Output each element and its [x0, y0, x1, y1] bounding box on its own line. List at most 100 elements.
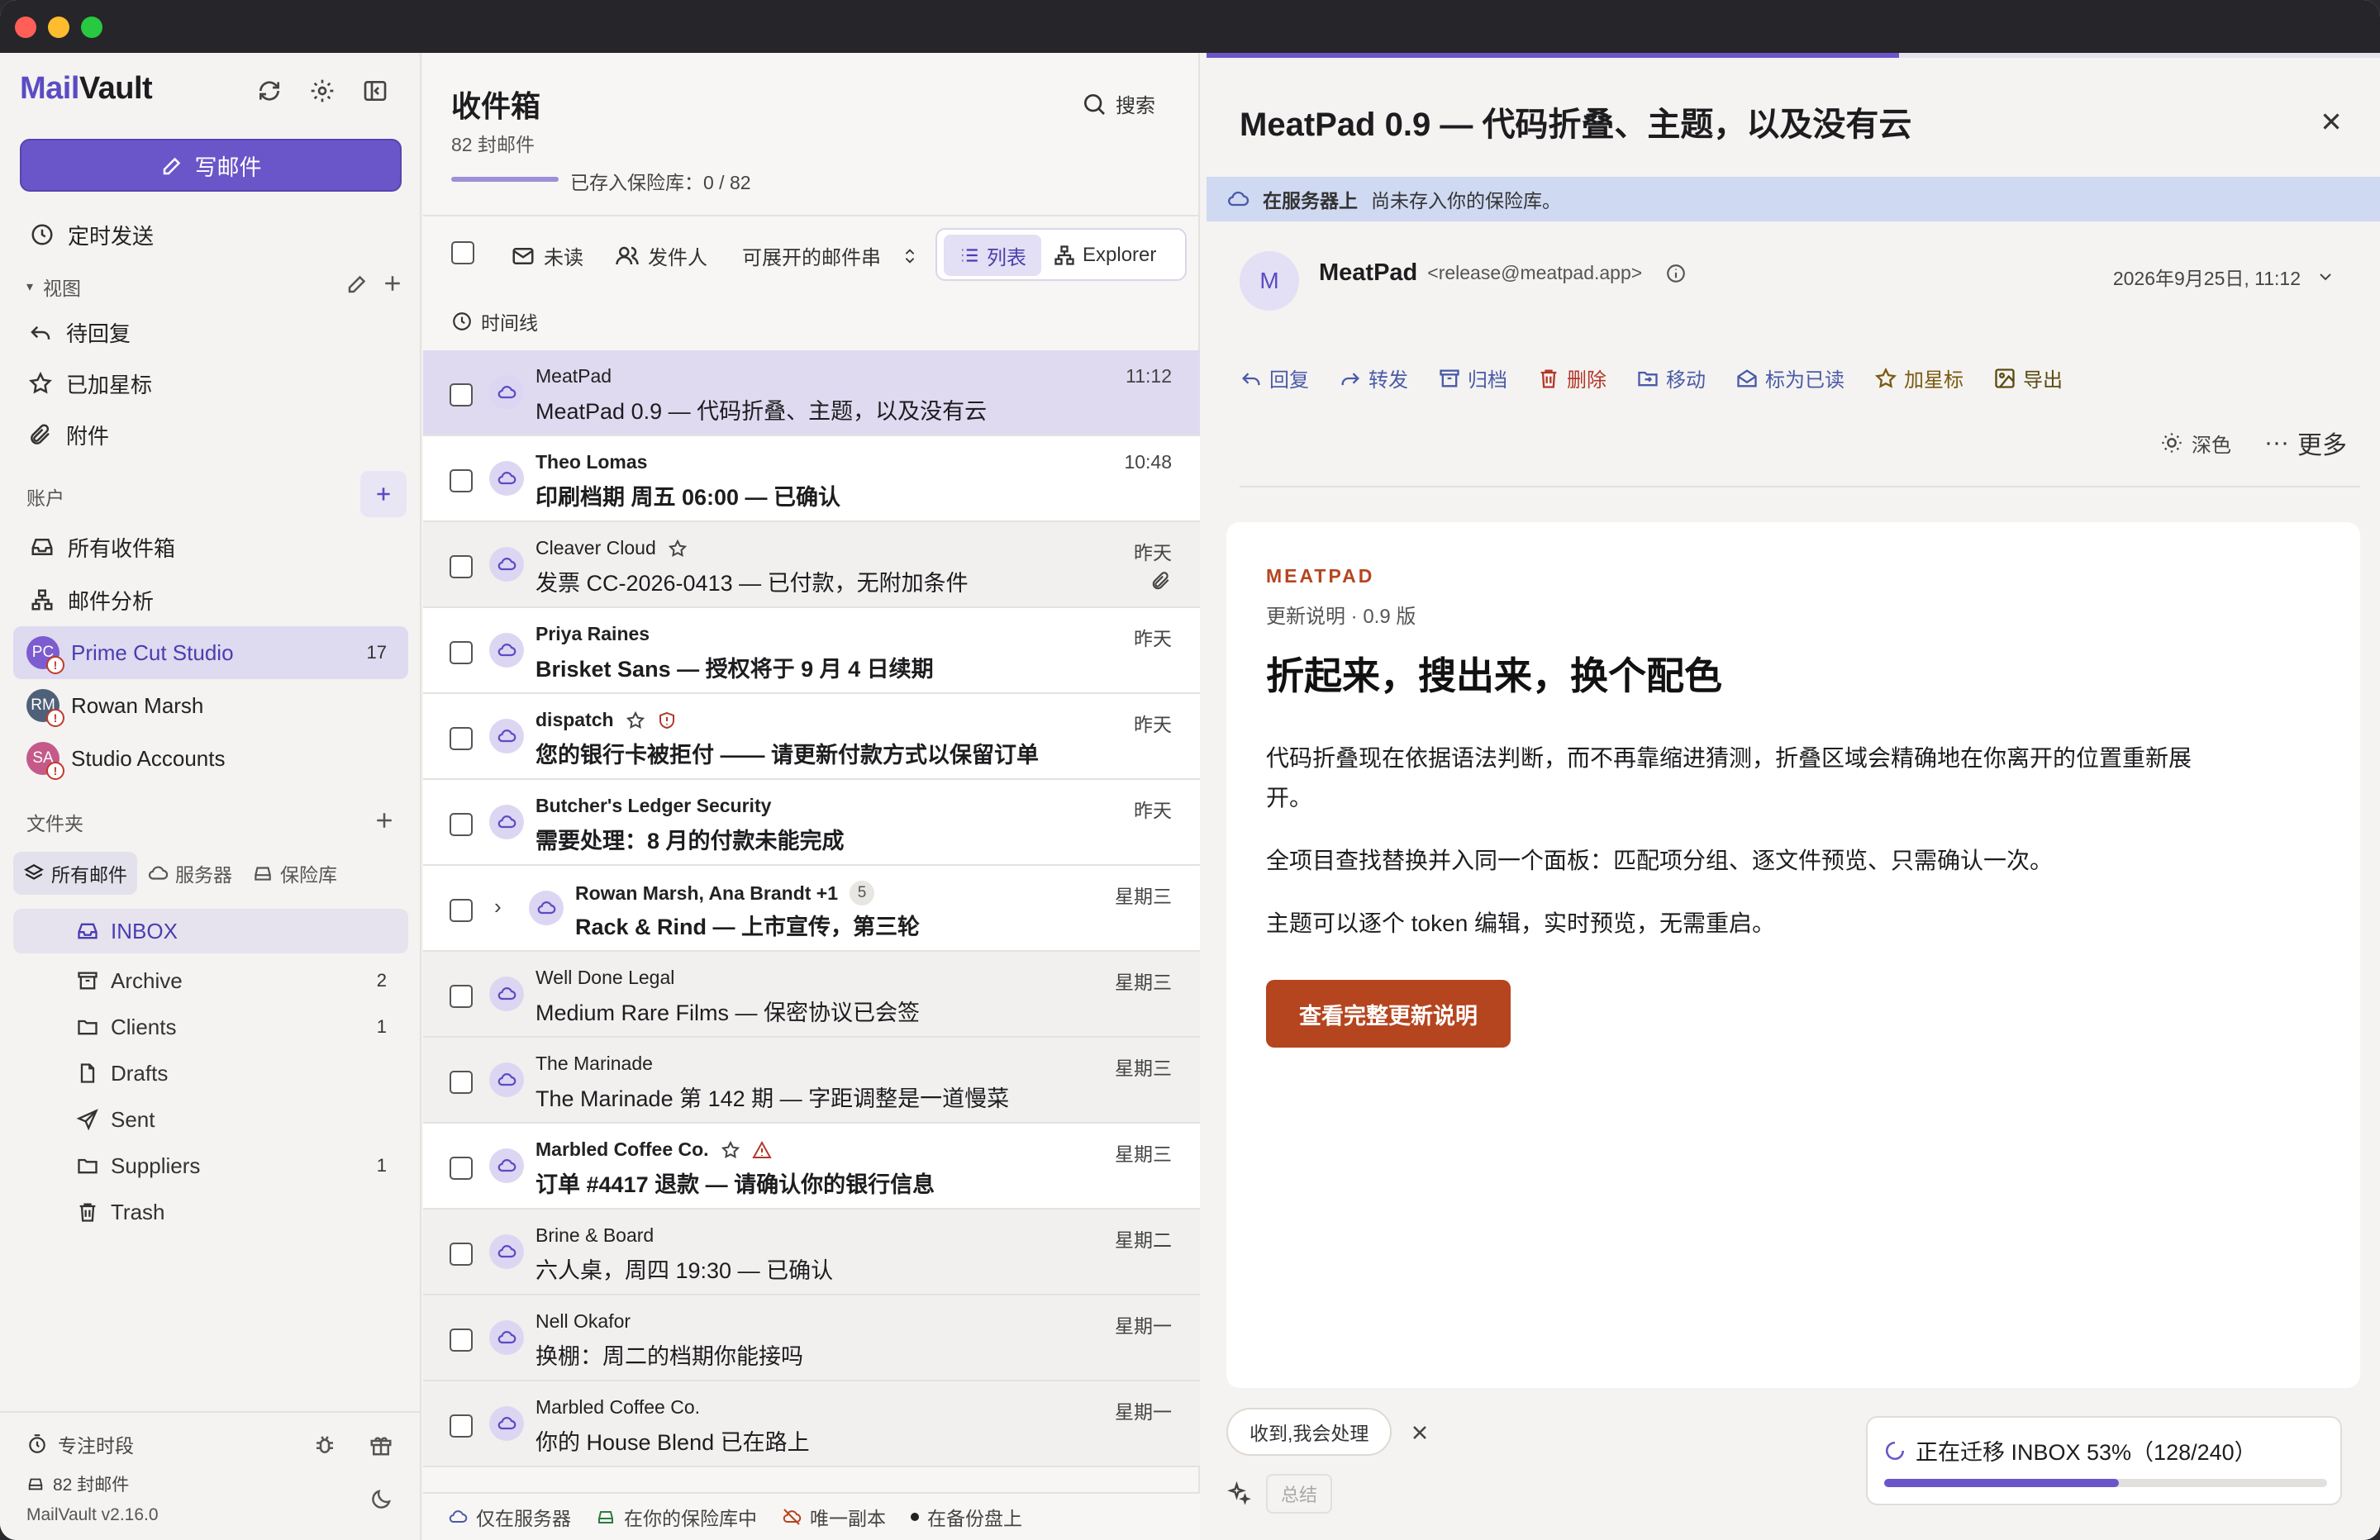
- add-folder-icon[interactable]: [372, 808, 397, 833]
- filter-unread[interactable]: 未读: [511, 241, 583, 270]
- row-checkbox[interactable]: [450, 1414, 473, 1438]
- add-view-icon[interactable]: [380, 271, 405, 296]
- row-checkbox[interactable]: [450, 727, 473, 750]
- sidebar-item-attachments[interactable]: 附件: [13, 413, 408, 456]
- folder-inbox[interactable]: INBOX: [13, 909, 408, 953]
- chevron-down-icon[interactable]: [2316, 267, 2335, 287]
- focus-session-button[interactable]: 专注时段: [13, 1423, 408, 1466]
- filter-threads-select[interactable]: 可展开的邮件串: [742, 241, 919, 270]
- list-item[interactable]: Nell Okafor 换棚：周二的档期你能接吗 星期一: [423, 1295, 1200, 1381]
- info-icon[interactable]: [1665, 263, 1687, 284]
- sparkles-icon: [1226, 1481, 1251, 1506]
- edit-views-icon[interactable]: [345, 271, 370, 296]
- forward-button[interactable]: 转发: [1339, 364, 1408, 392]
- gift-icon[interactable]: [369, 1433, 393, 1457]
- sidebar-item-analytics[interactable]: 邮件分析: [13, 578, 408, 621]
- row-checkbox[interactable]: [450, 1157, 473, 1180]
- sync-icon[interactable]: [256, 78, 283, 104]
- list-item[interactable]: Butcher's Ledger Security 需要处理：8 月的付款未能完成…: [423, 780, 1200, 866]
- add-account-button[interactable]: [360, 471, 407, 517]
- chevron-updown-icon: [901, 247, 919, 265]
- scope-all-mail[interactable]: 所有邮件: [13, 852, 137, 895]
- account-name: Studio Accounts: [71, 745, 226, 771]
- drive-icon: [26, 1475, 45, 1493]
- list-item[interactable]: The Marinade The Marinade 第 142 期 — 字距调整是…: [423, 1038, 1200, 1124]
- chevron-right-icon[interactable]: ›: [494, 894, 502, 920]
- archive-button[interactable]: 归档: [1438, 364, 1507, 392]
- search-button[interactable]: 搜索: [1081, 89, 1155, 118]
- filter-sender[interactable]: 发件人: [615, 241, 707, 270]
- row-checkbox[interactable]: [450, 1328, 473, 1352]
- row-checkbox[interactable]: [450, 383, 473, 406]
- account-prime-cut-studio[interactable]: PC! Prime Cut Studio 17: [13, 626, 408, 679]
- cloud-icon: [489, 1234, 524, 1269]
- folder-archive[interactable]: Archive 2: [13, 958, 408, 1003]
- select-all-checkbox[interactable]: [451, 241, 474, 264]
- account-studio-accounts[interactable]: SA! Studio Accounts: [13, 732, 408, 785]
- cloud-icon: [489, 375, 524, 410]
- summarize-button[interactable]: 总结: [1266, 1474, 1333, 1514]
- moon-icon[interactable]: [369, 1487, 393, 1512]
- scope-server[interactable]: 服务器: [137, 852, 242, 895]
- folder-clients[interactable]: Clients 1: [13, 1005, 408, 1049]
- close-icon[interactable]: [1408, 1421, 1431, 1444]
- sidebar-item-all-inboxes[interactable]: 所有收件箱: [13, 525, 408, 568]
- star-icon[interactable]: [721, 1140, 740, 1160]
- quick-reply-chip[interactable]: 收到,我会处理: [1226, 1408, 1392, 1456]
- list-item[interactable]: MeatPad MeatPad 0.9 — 代码折叠、主题，以及没有云 11:12: [423, 350, 1200, 436]
- list-item[interactable]: Brine & Board 六人桌，周四 19:30 — 已确认 星期二: [423, 1210, 1200, 1295]
- minimize-window-button[interactable]: [48, 17, 69, 38]
- row-checkbox[interactable]: [450, 555, 473, 578]
- list-item[interactable]: Well Done Legal Medium Rare Films — 保密协议已…: [423, 952, 1200, 1038]
- list-item[interactable]: Priya Raines Brisket Sans — 授权将于 9 月 4 日续…: [423, 608, 1200, 694]
- reply-button[interactable]: 回复: [1240, 364, 1309, 392]
- dark-mode-button[interactable]: 深色: [2160, 429, 2231, 458]
- row-checkbox[interactable]: [450, 813, 473, 836]
- folder-drafts[interactable]: Drafts: [13, 1051, 408, 1096]
- star-icon[interactable]: [668, 539, 688, 558]
- export-button[interactable]: 导出: [1993, 364, 2063, 392]
- views-section-header[interactable]: ▾ 视图: [26, 273, 81, 301]
- list-item[interactable]: Cleaver Cloud 发票 CC-2026-0413 — 已付款，无附加条件…: [423, 522, 1200, 608]
- timestamp: 星期三: [1115, 886, 1172, 907]
- timestamp: 星期三: [1115, 972, 1172, 993]
- view-list-button[interactable]: 列表: [944, 235, 1041, 276]
- delete-button[interactable]: 删除: [1537, 364, 1606, 392]
- collapse-sidebar-icon[interactable]: [362, 78, 388, 104]
- folder-suppliers[interactable]: Suppliers 1: [13, 1143, 408, 1188]
- row-checkbox[interactable]: [450, 1243, 473, 1266]
- row-checkbox[interactable]: [450, 899, 473, 922]
- star-icon[interactable]: [626, 711, 645, 730]
- zoom-window-button[interactable]: [81, 17, 102, 38]
- row-checkbox[interactable]: [450, 469, 473, 492]
- sidebar-item-awaiting-reply[interactable]: 待回复: [13, 311, 408, 354]
- compose-button[interactable]: 写邮件: [20, 139, 402, 192]
- sender-name: Marbled Coffee Co.: [536, 1138, 772, 1161]
- mark-read-button[interactable]: 标为已读: [1735, 364, 1844, 392]
- move-button[interactable]: 移动: [1636, 364, 1706, 392]
- list-item[interactable]: Theo Lomas 印刷档期 周五 06:00 — 已确认 10:48: [423, 436, 1200, 522]
- close-icon[interactable]: [2317, 107, 2345, 135]
- gear-icon[interactable]: [309, 78, 336, 104]
- list-item[interactable]: dispatch 您的银行卡被拒付 —— 请更新付款方式以保留订单 昨天: [423, 694, 1200, 780]
- release-notes-link-button[interactable]: 查看完整更新说明: [1266, 980, 1511, 1048]
- timeline-toggle[interactable]: 时间线: [451, 307, 538, 335]
- list-item[interactable]: Marbled Coffee Co. 订单 #4417 退款 — 请确认你的银行信…: [423, 1124, 1200, 1210]
- subject: 需要处理：8 月的付款未能完成: [536, 829, 845, 853]
- close-window-button[interactable]: [15, 17, 36, 38]
- sidebar-item-starred[interactable]: 已加星标: [13, 362, 408, 405]
- folder-trash[interactable]: Trash: [13, 1190, 408, 1234]
- folder-sent[interactable]: Sent: [13, 1097, 408, 1142]
- row-checkbox[interactable]: [450, 641, 473, 664]
- list-item[interactable]: › Rowan Marsh, Ana Brandt +1 5 Rack & Rind …: [423, 866, 1200, 952]
- sidebar-item-scheduled[interactable]: 定时发送: [13, 213, 408, 256]
- account-rowan-marsh[interactable]: RM! Rowan Marsh: [13, 679, 408, 732]
- bug-icon[interactable]: [312, 1433, 337, 1457]
- scope-vault[interactable]: 保险库: [242, 852, 347, 895]
- star-button[interactable]: 加星标: [1874, 364, 1963, 392]
- row-checkbox[interactable]: [450, 1071, 473, 1094]
- more-button[interactable]: ··· 更多: [2264, 425, 2347, 461]
- view-explorer-button[interactable]: Explorer: [1053, 235, 1156, 276]
- list-item[interactable]: Marbled Coffee Co. 你的 House Blend 已在路上 星期一: [423, 1381, 1200, 1467]
- row-checkbox[interactable]: [450, 985, 473, 1008]
